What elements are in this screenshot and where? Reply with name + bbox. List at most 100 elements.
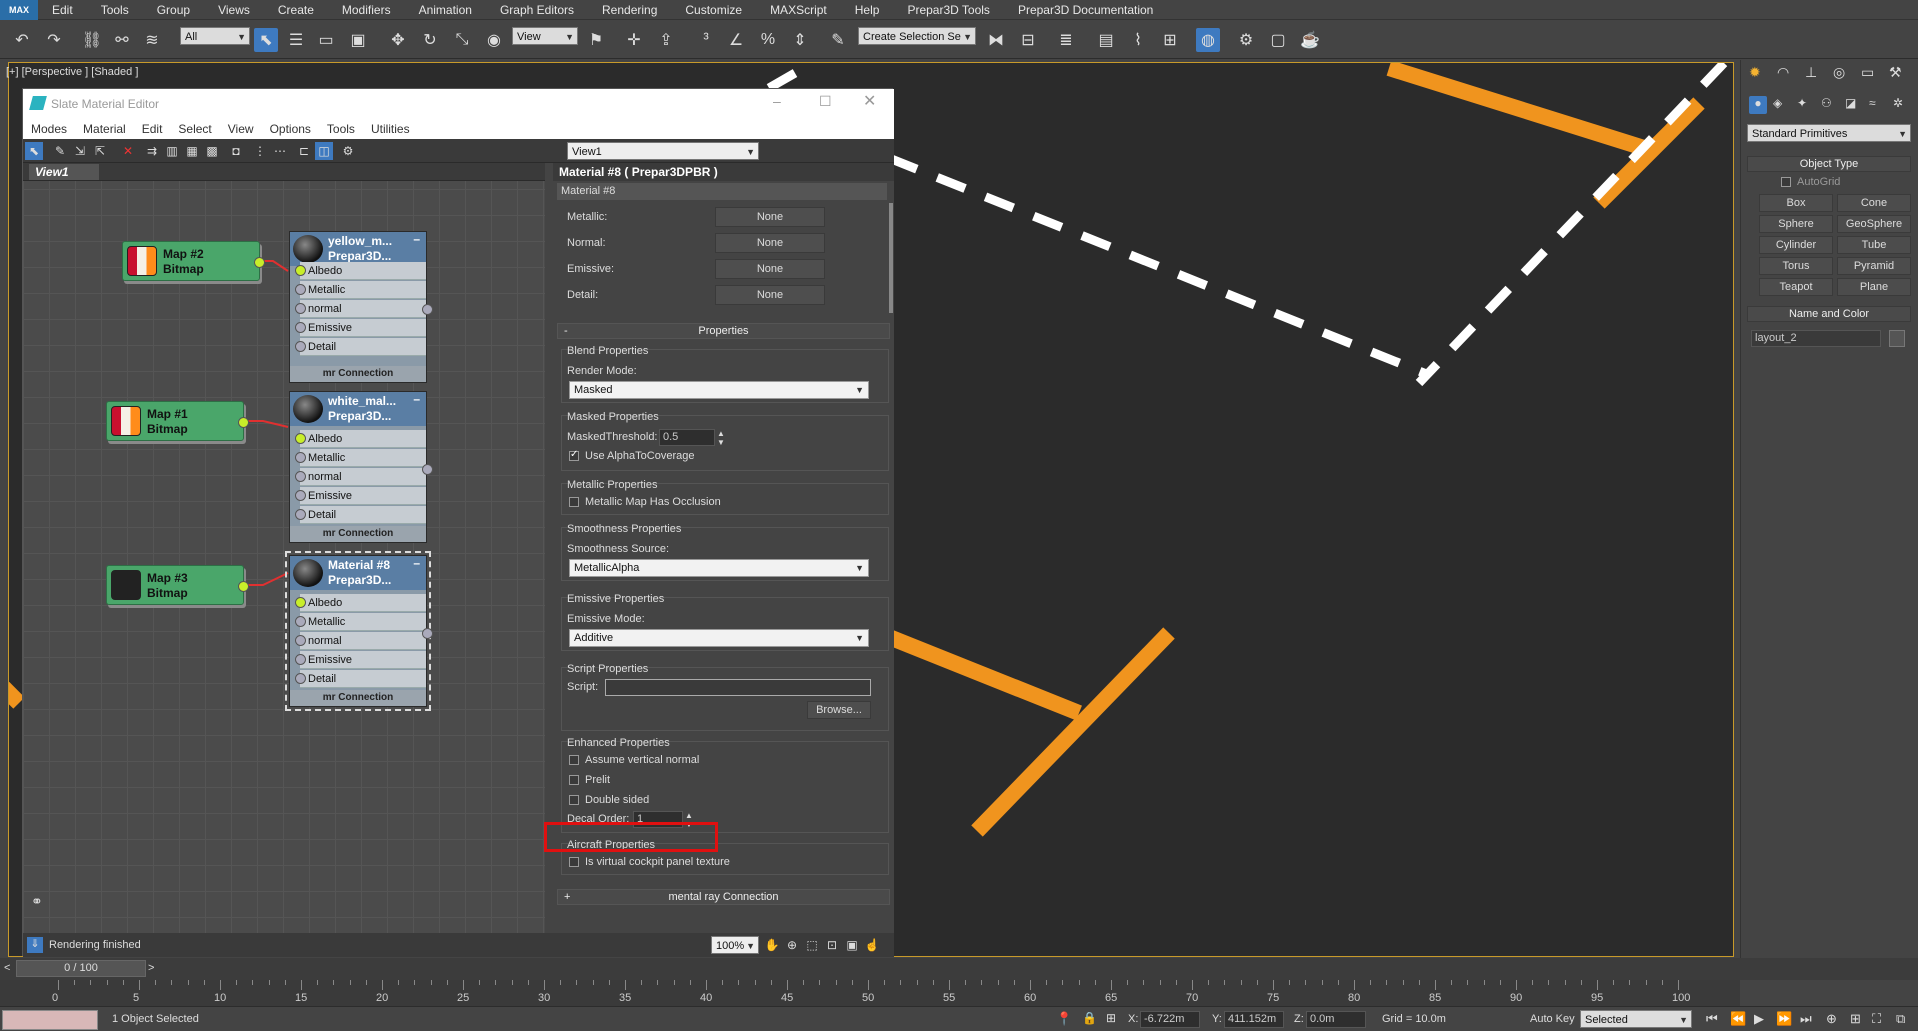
maximize-icon[interactable]: ☐ bbox=[819, 93, 832, 110]
navigator-icon[interactable]: ⚭ bbox=[31, 893, 43, 910]
slot-emissive[interactable]: Emissive bbox=[295, 651, 426, 669]
ref-coord-dropdown[interactable]: View ▼ bbox=[512, 27, 578, 45]
slot-metallic[interactable]: Metallic bbox=[295, 449, 426, 467]
curve-editor-icon[interactable]: ⌇ bbox=[1126, 28, 1150, 52]
slot-albedo[interactable]: Albedo bbox=[295, 262, 426, 280]
goto-end-icon[interactable]: ⏭ bbox=[1800, 1011, 1812, 1027]
collapse-icon[interactable]: – bbox=[413, 232, 420, 246]
output-socket[interactable] bbox=[238, 581, 249, 592]
scrollbar-thumb[interactable] bbox=[889, 203, 893, 313]
maxscript-listener[interactable] bbox=[2, 1010, 98, 1030]
hide-unused-icon[interactable]: ▥ bbox=[163, 142, 181, 160]
parameter-editor-icon[interactable]: ⚙ bbox=[339, 142, 357, 160]
menu-prepar3d-tools[interactable]: Prepar3D Tools bbox=[893, 3, 1004, 17]
script-field[interactable] bbox=[605, 679, 871, 696]
zoom-dropdown[interactable]: 100% ▼ bbox=[711, 936, 759, 954]
modify-tab-icon[interactable]: ◠ bbox=[1777, 64, 1789, 81]
move-icon[interactable]: ✥ bbox=[386, 28, 410, 52]
slot-detail[interactable]: Detail bbox=[295, 670, 426, 688]
geosphere-button[interactable]: GeoSphere bbox=[1837, 215, 1911, 233]
rotate-icon[interactable]: ↻ bbox=[418, 28, 442, 52]
background-icon[interactable]: ▩ bbox=[203, 142, 221, 160]
browse-button[interactable]: Browse... bbox=[807, 701, 871, 719]
select-manipulate-icon[interactable]: ✛ bbox=[622, 28, 646, 52]
emissive-map-button[interactable]: None bbox=[715, 259, 825, 279]
node-view[interactable]: View1 Map #2 Bitmap Map #1 Bitmap Map #3 Bi… bbox=[23, 163, 545, 933]
snaps-toggle-icon[interactable]: ³ bbox=[694, 28, 718, 52]
link-icon[interactable]: ⛓ bbox=[80, 28, 104, 52]
schematic-view-icon[interactable]: ⊞ bbox=[1158, 28, 1182, 52]
menu-views[interactable]: Views bbox=[204, 3, 264, 17]
name-color-rollout[interactable]: Name and Color bbox=[1747, 306, 1911, 322]
slot-normal[interactable]: normal bbox=[295, 468, 426, 486]
slot-emissive[interactable]: Emissive bbox=[295, 319, 426, 337]
menu-animation[interactable]: Animation bbox=[405, 3, 486, 17]
spinner-snap-icon[interactable]: ⇕ bbox=[788, 28, 812, 52]
normal-map-button[interactable]: None bbox=[715, 233, 825, 253]
z-coordinate[interactable]: 0.0m bbox=[1306, 1011, 1366, 1028]
tube-button[interactable]: Tube bbox=[1837, 236, 1911, 254]
slot-emissive[interactable]: Emissive bbox=[295, 487, 426, 505]
sme-menu-select[interactable]: Select bbox=[170, 122, 219, 136]
window-crossing-icon[interactable]: ▣ bbox=[346, 28, 370, 52]
display-tab-icon[interactable]: ▭ bbox=[1861, 64, 1874, 81]
geometry-icon[interactable]: ● bbox=[1749, 96, 1767, 114]
material-node[interactable]: yellow_m... Prepar3D... – Albedo Metallic … bbox=[289, 231, 433, 383]
isolate-icon[interactable]: 📍 bbox=[1056, 1011, 1072, 1027]
next-key-icon[interactable]: ⏩ bbox=[1776, 1011, 1792, 1027]
y-coordinate[interactable]: 411.152m bbox=[1224, 1011, 1284, 1028]
cameras-icon[interactable]: ⚇ bbox=[1821, 96, 1832, 110]
mr-connection-footer[interactable]: mr Connection bbox=[290, 526, 426, 542]
show-result-icon[interactable]: ◘ bbox=[227, 142, 245, 160]
sme-menu-tools[interactable]: Tools bbox=[319, 122, 363, 136]
mr-connection-footer[interactable]: mr Connection bbox=[290, 690, 426, 706]
slot-normal[interactable]: normal bbox=[295, 300, 426, 318]
metallic-map-button[interactable]: None bbox=[715, 207, 825, 227]
sme-select-icon[interactable]: ⬉ bbox=[25, 142, 43, 160]
prev-frame-icon[interactable]: < bbox=[4, 962, 10, 974]
app-logo[interactable]: MAX bbox=[0, 0, 38, 20]
time-slider[interactable]: < 0 / 100 > bbox=[0, 958, 1918, 980]
keyboard-shortcut-icon[interactable]: ⇪ bbox=[654, 28, 678, 52]
named-selection-dropdown[interactable]: Create Selection Se ▼ bbox=[858, 27, 976, 45]
maximize-viewport-icon[interactable]: ⧉ bbox=[1896, 1011, 1905, 1027]
mr-connection-footer[interactable]: mr Connection bbox=[290, 366, 426, 382]
lock-icon[interactable]: 🔒 bbox=[1082, 1011, 1097, 1025]
collapse-icon[interactable]: – bbox=[413, 392, 420, 406]
slot-detail[interactable]: Detail bbox=[295, 506, 426, 524]
metallic-occlusion-checkbox[interactable] bbox=[569, 497, 579, 507]
zoom-viewport-icon[interactable]: ⊕ bbox=[1826, 1011, 1837, 1027]
autogrid-checkbox[interactable] bbox=[1781, 177, 1791, 187]
menu-tools[interactable]: Tools bbox=[87, 3, 143, 17]
lights-icon[interactable]: ✦ bbox=[1797, 96, 1807, 110]
smoothness-source-select[interactable]: MetallicAlpha ▼ bbox=[569, 559, 869, 577]
material-output-socket[interactable] bbox=[422, 304, 433, 315]
menu-graph-editors[interactable]: Graph Editors bbox=[486, 3, 588, 17]
render-teapot-icon[interactable]: ☕ bbox=[1298, 28, 1322, 52]
masked-threshold-spinner[interactable]: 0.5 bbox=[659, 429, 715, 446]
zoom-all-icon[interactable]: ⊞ bbox=[1850, 1011, 1861, 1027]
slot-normal[interactable]: normal bbox=[295, 632, 426, 650]
create-tab-icon[interactable]: ✹ bbox=[1749, 64, 1761, 81]
pan-icon[interactable]: ✋ bbox=[763, 936, 781, 954]
next-frame-icon[interactable]: > bbox=[148, 962, 154, 974]
plane-button[interactable]: Plane bbox=[1837, 278, 1911, 296]
utilities-tab-icon[interactable]: ⚒ bbox=[1889, 64, 1902, 81]
motion-tab-icon[interactable]: ◎ bbox=[1833, 64, 1845, 81]
move-children-icon[interactable]: ⇉ bbox=[143, 142, 161, 160]
shapes-icon[interactable]: ◈ bbox=[1773, 96, 1782, 110]
play-icon[interactable]: ▶ bbox=[1754, 1011, 1764, 1027]
selection-filter-dropdown[interactable]: All ▼ bbox=[180, 27, 250, 45]
slot-detail[interactable]: Detail bbox=[295, 338, 426, 356]
layer-explorer-icon[interactable]: ≣ bbox=[1054, 28, 1078, 52]
primitive-category-dropdown[interactable]: Standard Primitives ▼ bbox=[1747, 124, 1911, 142]
menu-modifiers[interactable]: Modifiers bbox=[328, 3, 405, 17]
zoom-selected-icon[interactable]: ▣ bbox=[843, 936, 861, 954]
minimize-icon[interactable]: – bbox=[773, 93, 781, 109]
menu-prepar3d-docs[interactable]: Prepar3D Documentation bbox=[1004, 3, 1167, 17]
zoom-region-icon[interactable]: ⬚ bbox=[803, 936, 821, 954]
put-to-scene-icon[interactable]: ⇲ bbox=[71, 142, 89, 160]
rendered-frame-icon[interactable]: ▢ bbox=[1266, 28, 1290, 52]
goto-start-icon[interactable]: ⏮ bbox=[1706, 1011, 1718, 1027]
material-node[interactable]: white_mal... Prepar3D... – Albedo Metallic… bbox=[289, 391, 433, 543]
